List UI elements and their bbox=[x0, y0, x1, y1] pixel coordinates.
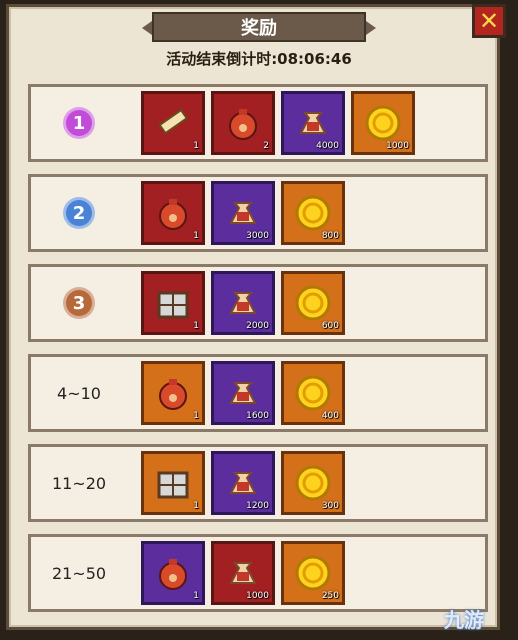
reward-item-slot[interactable]: 1600 bbox=[211, 361, 275, 425]
reward-row: 2 1 3000 800 bbox=[28, 174, 488, 252]
item-quantity: 1 bbox=[193, 141, 199, 151]
reward-row: 1 1 2 4000 1000 bbox=[28, 84, 488, 162]
reward-item-slot[interactable]: 1200 bbox=[211, 451, 275, 515]
reward-row: 11~20 1 1200 300 bbox=[28, 444, 488, 522]
item-quantity: 400 bbox=[321, 411, 339, 421]
rank-area: 2 bbox=[31, 177, 127, 249]
reward-item-slot[interactable]: 1 bbox=[141, 361, 205, 425]
rank-area: 1 bbox=[31, 87, 127, 159]
reward-item-slot[interactable]: 1 bbox=[141, 541, 205, 605]
gold-coin-icon bbox=[295, 285, 331, 321]
rank-area: 11~20 bbox=[31, 447, 127, 519]
reward-item-slot[interactable]: 600 bbox=[281, 271, 345, 335]
reward-item-slot[interactable]: 2000 bbox=[211, 271, 275, 335]
reward-item-slot[interactable]: 1 bbox=[141, 91, 205, 155]
crate-icon bbox=[157, 291, 189, 319]
item-quantity: 250 bbox=[321, 591, 339, 601]
paw-bag-icon bbox=[159, 379, 187, 410]
rank-label: 11~20 bbox=[51, 473, 107, 493]
item-quantity: 1 bbox=[193, 591, 199, 601]
rank-area: 4~10 bbox=[31, 357, 127, 429]
bone-sack-icon bbox=[229, 382, 257, 404]
paw-bag-icon bbox=[229, 109, 257, 140]
item-quantity: 1 bbox=[193, 411, 199, 421]
gold-coin-icon bbox=[295, 375, 331, 411]
reward-item-slot[interactable]: 800 bbox=[281, 181, 345, 245]
bone-sack-icon bbox=[229, 292, 257, 314]
item-quantity: 1600 bbox=[246, 411, 269, 421]
reward-row: 3 1 2000 600 bbox=[28, 264, 488, 342]
reward-item-slot[interactable]: 2 bbox=[211, 91, 275, 155]
gold-coin-icon bbox=[295, 195, 331, 231]
item-quantity: 600 bbox=[321, 321, 339, 331]
reward-item-slot[interactable]: 1000 bbox=[351, 91, 415, 155]
silver-medal-icon: 2 bbox=[63, 197, 95, 229]
item-quantity: 1 bbox=[193, 501, 199, 511]
reward-item-slot[interactable]: 300 bbox=[281, 451, 345, 515]
rank-label: 21~50 bbox=[51, 563, 107, 583]
reward-items: 1 1000 250 bbox=[141, 541, 351, 605]
item-quantity: 1000 bbox=[246, 591, 269, 601]
gold-coin-icon bbox=[365, 105, 401, 141]
gold-medal-icon: 1 bbox=[63, 107, 95, 139]
title-banner: 奖励 bbox=[142, 12, 376, 42]
bone-sack-icon bbox=[229, 202, 257, 224]
reward-item-slot[interactable]: 1000 bbox=[211, 541, 275, 605]
paw-bag-icon bbox=[159, 199, 187, 230]
item-quantity: 1 bbox=[193, 321, 199, 331]
reward-row: 21~50 1 1000 250 bbox=[28, 534, 488, 612]
item-quantity: 300 bbox=[321, 501, 339, 511]
bronze-medal-icon: 3 bbox=[63, 287, 95, 319]
reward-item-slot[interactable]: 1 bbox=[141, 181, 205, 245]
reward-item-slot[interactable]: 3000 bbox=[211, 181, 275, 245]
reward-items: 1 3000 800 bbox=[141, 181, 351, 245]
gold-coin-icon bbox=[295, 555, 331, 591]
reward-item-slot[interactable]: 1 bbox=[141, 271, 205, 335]
watermark-logo: 九游 bbox=[444, 608, 484, 632]
reward-item-slot[interactable]: 400 bbox=[281, 361, 345, 425]
bone-sack-icon bbox=[229, 472, 257, 494]
item-quantity: 1 bbox=[193, 231, 199, 241]
bone-sack-icon bbox=[299, 112, 327, 134]
item-quantity: 3000 bbox=[246, 231, 269, 241]
item-quantity: 2 bbox=[263, 141, 269, 151]
page-title: 奖励 bbox=[241, 18, 277, 39]
reward-items: 1 1600 400 bbox=[141, 361, 351, 425]
reward-item-slot[interactable]: 4000 bbox=[281, 91, 345, 155]
reward-items: 1 2000 600 bbox=[141, 271, 351, 335]
rank-label: 4~10 bbox=[57, 383, 101, 403]
bone-sack-icon bbox=[229, 562, 257, 584]
scroll-icon bbox=[158, 108, 189, 135]
reward-item-slot[interactable]: 250 bbox=[281, 541, 345, 605]
item-quantity: 1200 bbox=[246, 501, 269, 511]
close-x-icon: ✕ bbox=[478, 7, 500, 35]
crate-icon bbox=[157, 471, 189, 499]
rank-area: 3 bbox=[31, 267, 127, 339]
close-button[interactable]: ✕ bbox=[472, 4, 506, 38]
item-quantity: 1000 bbox=[386, 141, 409, 151]
gold-coin-icon bbox=[295, 465, 331, 501]
reward-items: 1 1200 300 bbox=[141, 451, 351, 515]
reward-item-slot[interactable]: 1 bbox=[141, 451, 205, 515]
item-quantity: 2000 bbox=[246, 321, 269, 331]
countdown-timer: 活动结束倒计时:08:06:46 bbox=[166, 50, 352, 68]
reward-row: 4~10 1 1600 400 bbox=[28, 354, 488, 432]
item-quantity: 4000 bbox=[316, 141, 339, 151]
rank-area: 21~50 bbox=[31, 537, 127, 609]
paw-bag-icon bbox=[159, 559, 187, 590]
item-quantity: 800 bbox=[321, 231, 339, 241]
reward-items: 1 2 4000 1000 bbox=[141, 91, 421, 155]
